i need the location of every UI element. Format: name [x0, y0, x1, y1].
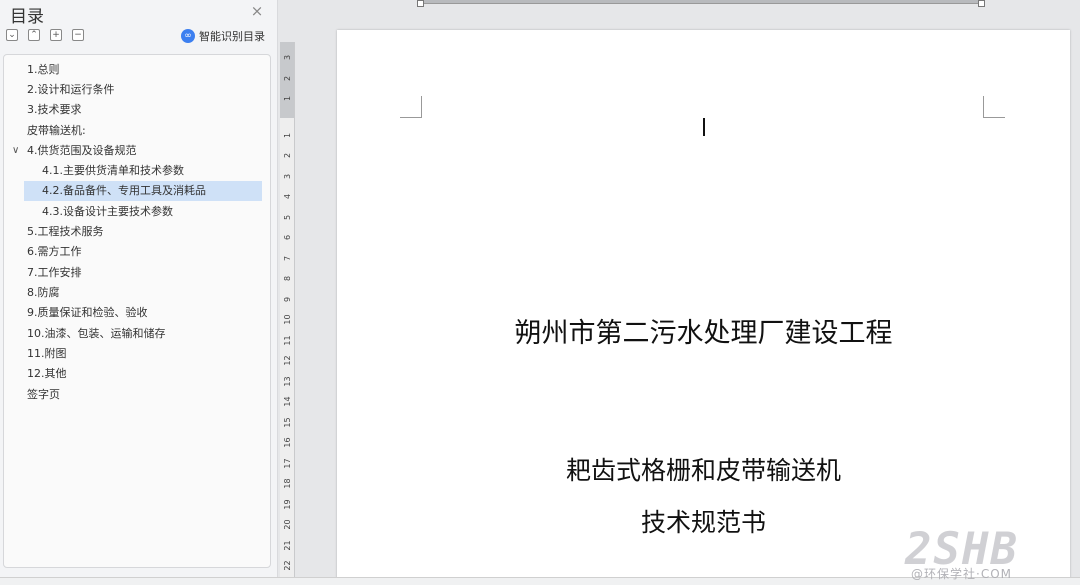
toc-item-1[interactable]: 1.总则 [27, 60, 60, 80]
ruler-number: 11 [283, 335, 292, 346]
ruler-number: 20 [283, 519, 292, 530]
ruler-number: 3 [283, 54, 292, 61]
expand-all-button[interactable]: ⌃ [28, 29, 40, 41]
watermark: 2SHB @环保学社·COM [905, 524, 1075, 584]
ruler-number: 1 [283, 132, 292, 139]
ruler-number: 2 [283, 152, 292, 159]
ruler-number: 19 [283, 499, 292, 510]
watermark-text: @环保学社·COM [911, 567, 1012, 581]
ruler-number: 12 [283, 355, 292, 366]
right-indent-marker[interactable] [978, 0, 985, 7]
horizontal-ruler[interactable] [417, 0, 985, 7]
ruler-number: 5 [283, 214, 292, 221]
remove-heading-button[interactable]: − [72, 29, 84, 41]
ruler-number: 14 [283, 396, 292, 407]
toc-title: 目录 [10, 7, 44, 27]
smart-toc-label: 智能识别目录 [199, 30, 265, 43]
left-indent-marker[interactable] [417, 0, 424, 7]
ruler-number: 10 [283, 314, 292, 325]
toc-item-11[interactable]: 11.附图 [27, 344, 67, 364]
ruler-number: 8 [283, 275, 292, 282]
toc-item-7[interactable]: 7.工作安排 [27, 263, 82, 283]
toc-item-belt[interactable]: 皮带输送机: [27, 121, 86, 141]
document-page[interactable]: 朔州市第二污水处理厂建设工程 耙齿式格栅和皮带输送机 技术规范书 [337, 30, 1070, 585]
toc-item-4-3[interactable]: 4.3.设备设计主要技术参数 [42, 202, 173, 222]
toc-item-3[interactable]: 3.技术要求 [27, 100, 82, 120]
toc-item-4-2[interactable]: 4.2.备品备件、专用工具及消耗品 [24, 181, 262, 201]
toc-item-4-1[interactable]: 4.1.主要供货清单和技术参数 [42, 161, 184, 181]
ruler-number: 22 [283, 560, 292, 571]
toc-item-signature[interactable]: 签字页 [27, 385, 60, 405]
toc-item-12[interactable]: 12.其他 [27, 364, 67, 384]
toc-item-9[interactable]: 9.质量保证和检验、验收 [27, 303, 148, 323]
ruler-number: 9 [283, 296, 292, 303]
ruler-number: 6 [283, 234, 292, 241]
margin-corner-left [400, 96, 422, 118]
text-cursor [703, 118, 705, 136]
ruler-number: 21 [283, 540, 292, 551]
toc-list: 1.总则 2.设计和运行条件 3.技术要求 皮带输送机: ∨ 4.供货范围及设备… [3, 54, 271, 568]
toc-item-4[interactable]: 4.供货范围及设备规范 [27, 141, 137, 161]
ruler-number: 2 [283, 75, 292, 82]
ruler-number: 4 [283, 193, 292, 200]
ruler-number: 18 [283, 478, 292, 489]
close-icon[interactable]: × [248, 2, 266, 20]
link-icon: ∞ [181, 29, 195, 43]
collapse-all-button[interactable]: ⌄ [6, 29, 18, 41]
vertical-ruler[interactable]: 3 2 1 1 2 3 4 5 6 7 8 9 10 11 12 13 14 1… [280, 42, 295, 582]
ruler-number: 13 [283, 376, 292, 387]
ruler-number: 1 [283, 95, 292, 102]
ruler-number: 7 [283, 255, 292, 262]
toc-item-10[interactable]: 10.油漆、包装、运输和储存 [27, 324, 166, 344]
toc-item-5[interactable]: 5.工程技术服务 [27, 222, 104, 242]
margin-corner-right [983, 96, 1005, 118]
toc-item-8[interactable]: 8.防腐 [27, 283, 60, 303]
ruler-number: 3 [283, 173, 292, 180]
add-heading-button[interactable]: + [50, 29, 62, 41]
ruler-number: 16 [283, 437, 292, 448]
document-subtitle[interactable]: 耙齿式格栅和皮带输送机 [337, 451, 1070, 487]
toc-panel: 目录 × ⌄ ⌃ + − ∞ 智能识别目录 1.总则 2.设计和运行条件 3.技… [0, 0, 278, 585]
ruler-number: 17 [283, 458, 292, 469]
smart-toc-button[interactable]: ∞ 智能识别目录 [181, 28, 265, 44]
toc-item-6[interactable]: 6.需方工作 [27, 242, 82, 262]
ruler-number: 15 [283, 417, 292, 428]
toc-item-2[interactable]: 2.设计和运行条件 [27, 80, 115, 100]
chevron-down-icon[interactable]: ∨ [12, 141, 19, 161]
document-title[interactable]: 朔州市第二污水处理厂建设工程 [337, 311, 1070, 350]
